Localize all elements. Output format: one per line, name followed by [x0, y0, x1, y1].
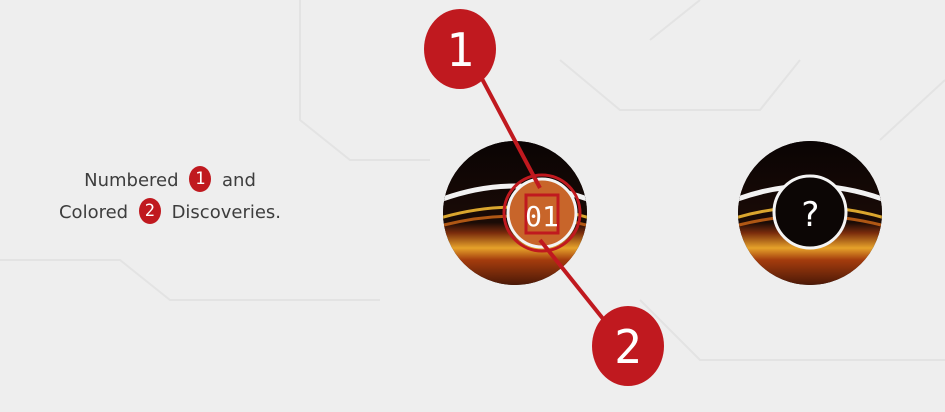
unknown-discovery-token: ?	[738, 141, 882, 285]
token-number: 01	[525, 200, 559, 233]
numbered-discovery-token: 01	[443, 141, 587, 285]
svg-text:2: 2	[614, 320, 642, 374]
callout-badge-2: 2	[592, 306, 664, 386]
unknown-symbol: ?	[800, 195, 820, 235]
callout-line-2	[538, 238, 614, 332]
svg-text:1: 1	[446, 23, 474, 77]
token-illustration: 01 ? 1 2	[424, 9, 882, 386]
callout-badge-1: 1	[424, 9, 496, 89]
